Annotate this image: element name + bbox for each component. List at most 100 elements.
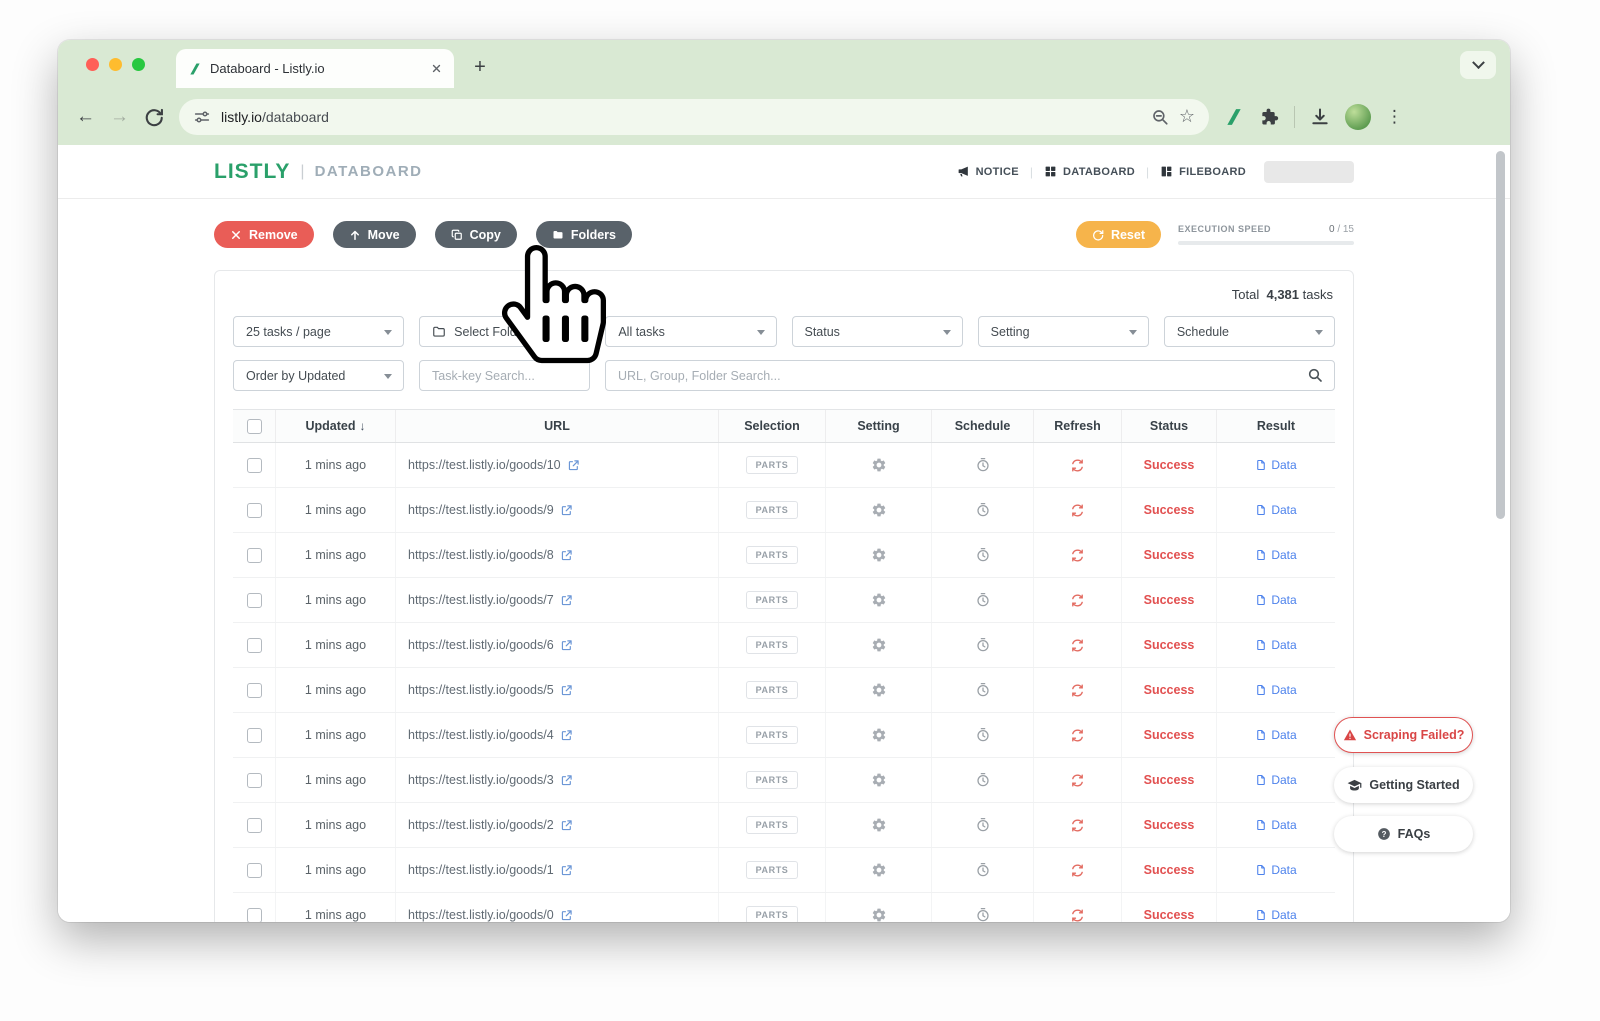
profile-avatar[interactable] (1345, 104, 1371, 130)
search-icon[interactable] (1307, 367, 1323, 383)
external-link-icon[interactable] (560, 639, 573, 652)
order-by-select[interactable]: Order by Updated (233, 360, 404, 391)
address-bar[interactable]: listly.io/databoard ☆ (179, 99, 1209, 135)
row-url[interactable]: https://test.listly.io/goods/3 (395, 758, 718, 802)
gear-icon[interactable] (871, 457, 887, 473)
row-url[interactable]: https://test.listly.io/goods/0 (395, 893, 718, 922)
download-icon[interactable] (1310, 107, 1330, 127)
page-scrollbar[interactable] (1496, 151, 1505, 519)
row-refresh-button[interactable] (1033, 578, 1121, 622)
schedule-select[interactable]: Schedule (1164, 316, 1335, 347)
select-all-checkbox[interactable] (233, 410, 275, 442)
close-window-button[interactable] (86, 58, 99, 71)
nav-item-notice[interactable]: NOTICE (957, 165, 1019, 178)
column-header-refresh[interactable]: Refresh (1033, 410, 1121, 442)
zoom-window-button[interactable] (132, 58, 145, 71)
gear-icon[interactable] (871, 907, 887, 922)
row-checkbox[interactable] (233, 713, 275, 757)
data-link[interactable]: Data (1255, 458, 1296, 472)
column-header-schedule[interactable]: Schedule (931, 410, 1033, 442)
data-link[interactable]: Data (1255, 683, 1296, 697)
external-link-icon[interactable] (560, 774, 573, 787)
row-refresh-button[interactable] (1033, 488, 1121, 532)
forward-button[interactable]: → (110, 107, 129, 126)
refresh-icon[interactable] (1070, 908, 1085, 923)
clock-icon[interactable] (975, 907, 991, 922)
row-schedule-button[interactable] (931, 488, 1033, 532)
row-checkbox[interactable] (233, 488, 275, 532)
data-link[interactable]: Data (1255, 728, 1296, 742)
row-url[interactable]: https://test.listly.io/goods/1 (395, 848, 718, 892)
url-search-input[interactable] (605, 360, 1335, 391)
row-refresh-button[interactable] (1033, 893, 1121, 922)
external-link-icon[interactable] (560, 594, 573, 607)
task-key-search-input[interactable] (419, 360, 590, 391)
clock-icon[interactable] (975, 502, 991, 518)
listly-logo[interactable]: LISTLY (214, 160, 290, 184)
nav-item-fileboard[interactable]: FILEBOARD (1160, 165, 1246, 178)
row-refresh-button[interactable] (1033, 443, 1121, 487)
external-link-icon[interactable] (560, 729, 573, 742)
move-button[interactable]: Move (333, 221, 416, 248)
row-checkbox[interactable] (233, 668, 275, 712)
gear-icon[interactable] (871, 682, 887, 698)
row-checkbox[interactable] (233, 533, 275, 577)
row-refresh-button[interactable] (1033, 533, 1121, 577)
external-link-icon[interactable] (560, 909, 573, 922)
refresh-icon[interactable] (1070, 458, 1085, 473)
row-setting-button[interactable] (825, 893, 931, 922)
column-header-updated[interactable]: Updated↓ (275, 410, 395, 442)
gear-icon[interactable] (871, 772, 887, 788)
row-setting-button[interactable] (825, 488, 931, 532)
row-setting-button[interactable] (825, 758, 931, 802)
column-header-result[interactable]: Result (1216, 410, 1335, 442)
row-checkbox[interactable] (233, 623, 275, 667)
refresh-icon[interactable] (1070, 503, 1085, 518)
row-checkbox[interactable] (233, 443, 275, 487)
refresh-icon[interactable] (1070, 773, 1085, 788)
data-link[interactable]: Data (1255, 503, 1296, 517)
row-schedule-button[interactable] (931, 893, 1033, 922)
sort-descending-icon[interactable]: ↓ (360, 419, 366, 433)
reset-button[interactable]: Reset (1076, 221, 1161, 248)
row-url[interactable]: https://test.listly.io/goods/7 (395, 578, 718, 622)
row-schedule-button[interactable] (931, 578, 1033, 622)
setting-select[interactable]: Setting (978, 316, 1149, 347)
per-page-select[interactable]: 25 tasks / page (233, 316, 404, 347)
gear-icon[interactable] (871, 862, 887, 878)
external-link-icon[interactable] (560, 549, 573, 562)
refresh-icon[interactable] (1070, 818, 1085, 833)
row-checkbox[interactable] (233, 758, 275, 802)
row-setting-button[interactable] (825, 848, 931, 892)
refresh-icon[interactable] (1070, 638, 1085, 653)
faqs-button[interactable]: ? FAQs (1334, 816, 1473, 852)
row-setting-button[interactable] (825, 533, 931, 577)
status-select[interactable]: Status (792, 316, 963, 347)
scraping-failed-button[interactable]: Scraping Failed? (1334, 717, 1473, 753)
clock-icon[interactable] (975, 457, 991, 473)
remove-button[interactable]: Remove (214, 221, 314, 248)
row-setting-button[interactable] (825, 623, 931, 667)
row-refresh-button[interactable] (1033, 713, 1121, 757)
row-schedule-button[interactable] (931, 803, 1033, 847)
extensions-puzzle-icon[interactable] (1259, 107, 1279, 127)
row-schedule-button[interactable] (931, 758, 1033, 802)
external-link-icon[interactable] (560, 819, 573, 832)
minimize-window-button[interactable] (109, 58, 122, 71)
column-header-url[interactable]: URL (395, 410, 718, 442)
browser-menu-icon[interactable]: ⋮ (1386, 107, 1403, 127)
tab-close-icon[interactable] (431, 63, 442, 74)
row-setting-button[interactable] (825, 713, 931, 757)
data-link[interactable]: Data (1255, 638, 1296, 652)
clock-icon[interactable] (975, 817, 991, 833)
row-checkbox[interactable] (233, 803, 275, 847)
row-url[interactable]: https://test.listly.io/goods/4 (395, 713, 718, 757)
bookmark-star-icon[interactable]: ☆ (1179, 106, 1195, 127)
user-menu-blurred[interactable] (1264, 161, 1354, 183)
external-link-icon[interactable] (560, 864, 573, 877)
row-checkbox[interactable] (233, 848, 275, 892)
back-button[interactable]: ← (76, 107, 95, 126)
listly-extension-icon[interactable] (1224, 107, 1244, 127)
column-header-selection[interactable]: Selection (718, 410, 825, 442)
row-url[interactable]: https://test.listly.io/goods/6 (395, 623, 718, 667)
